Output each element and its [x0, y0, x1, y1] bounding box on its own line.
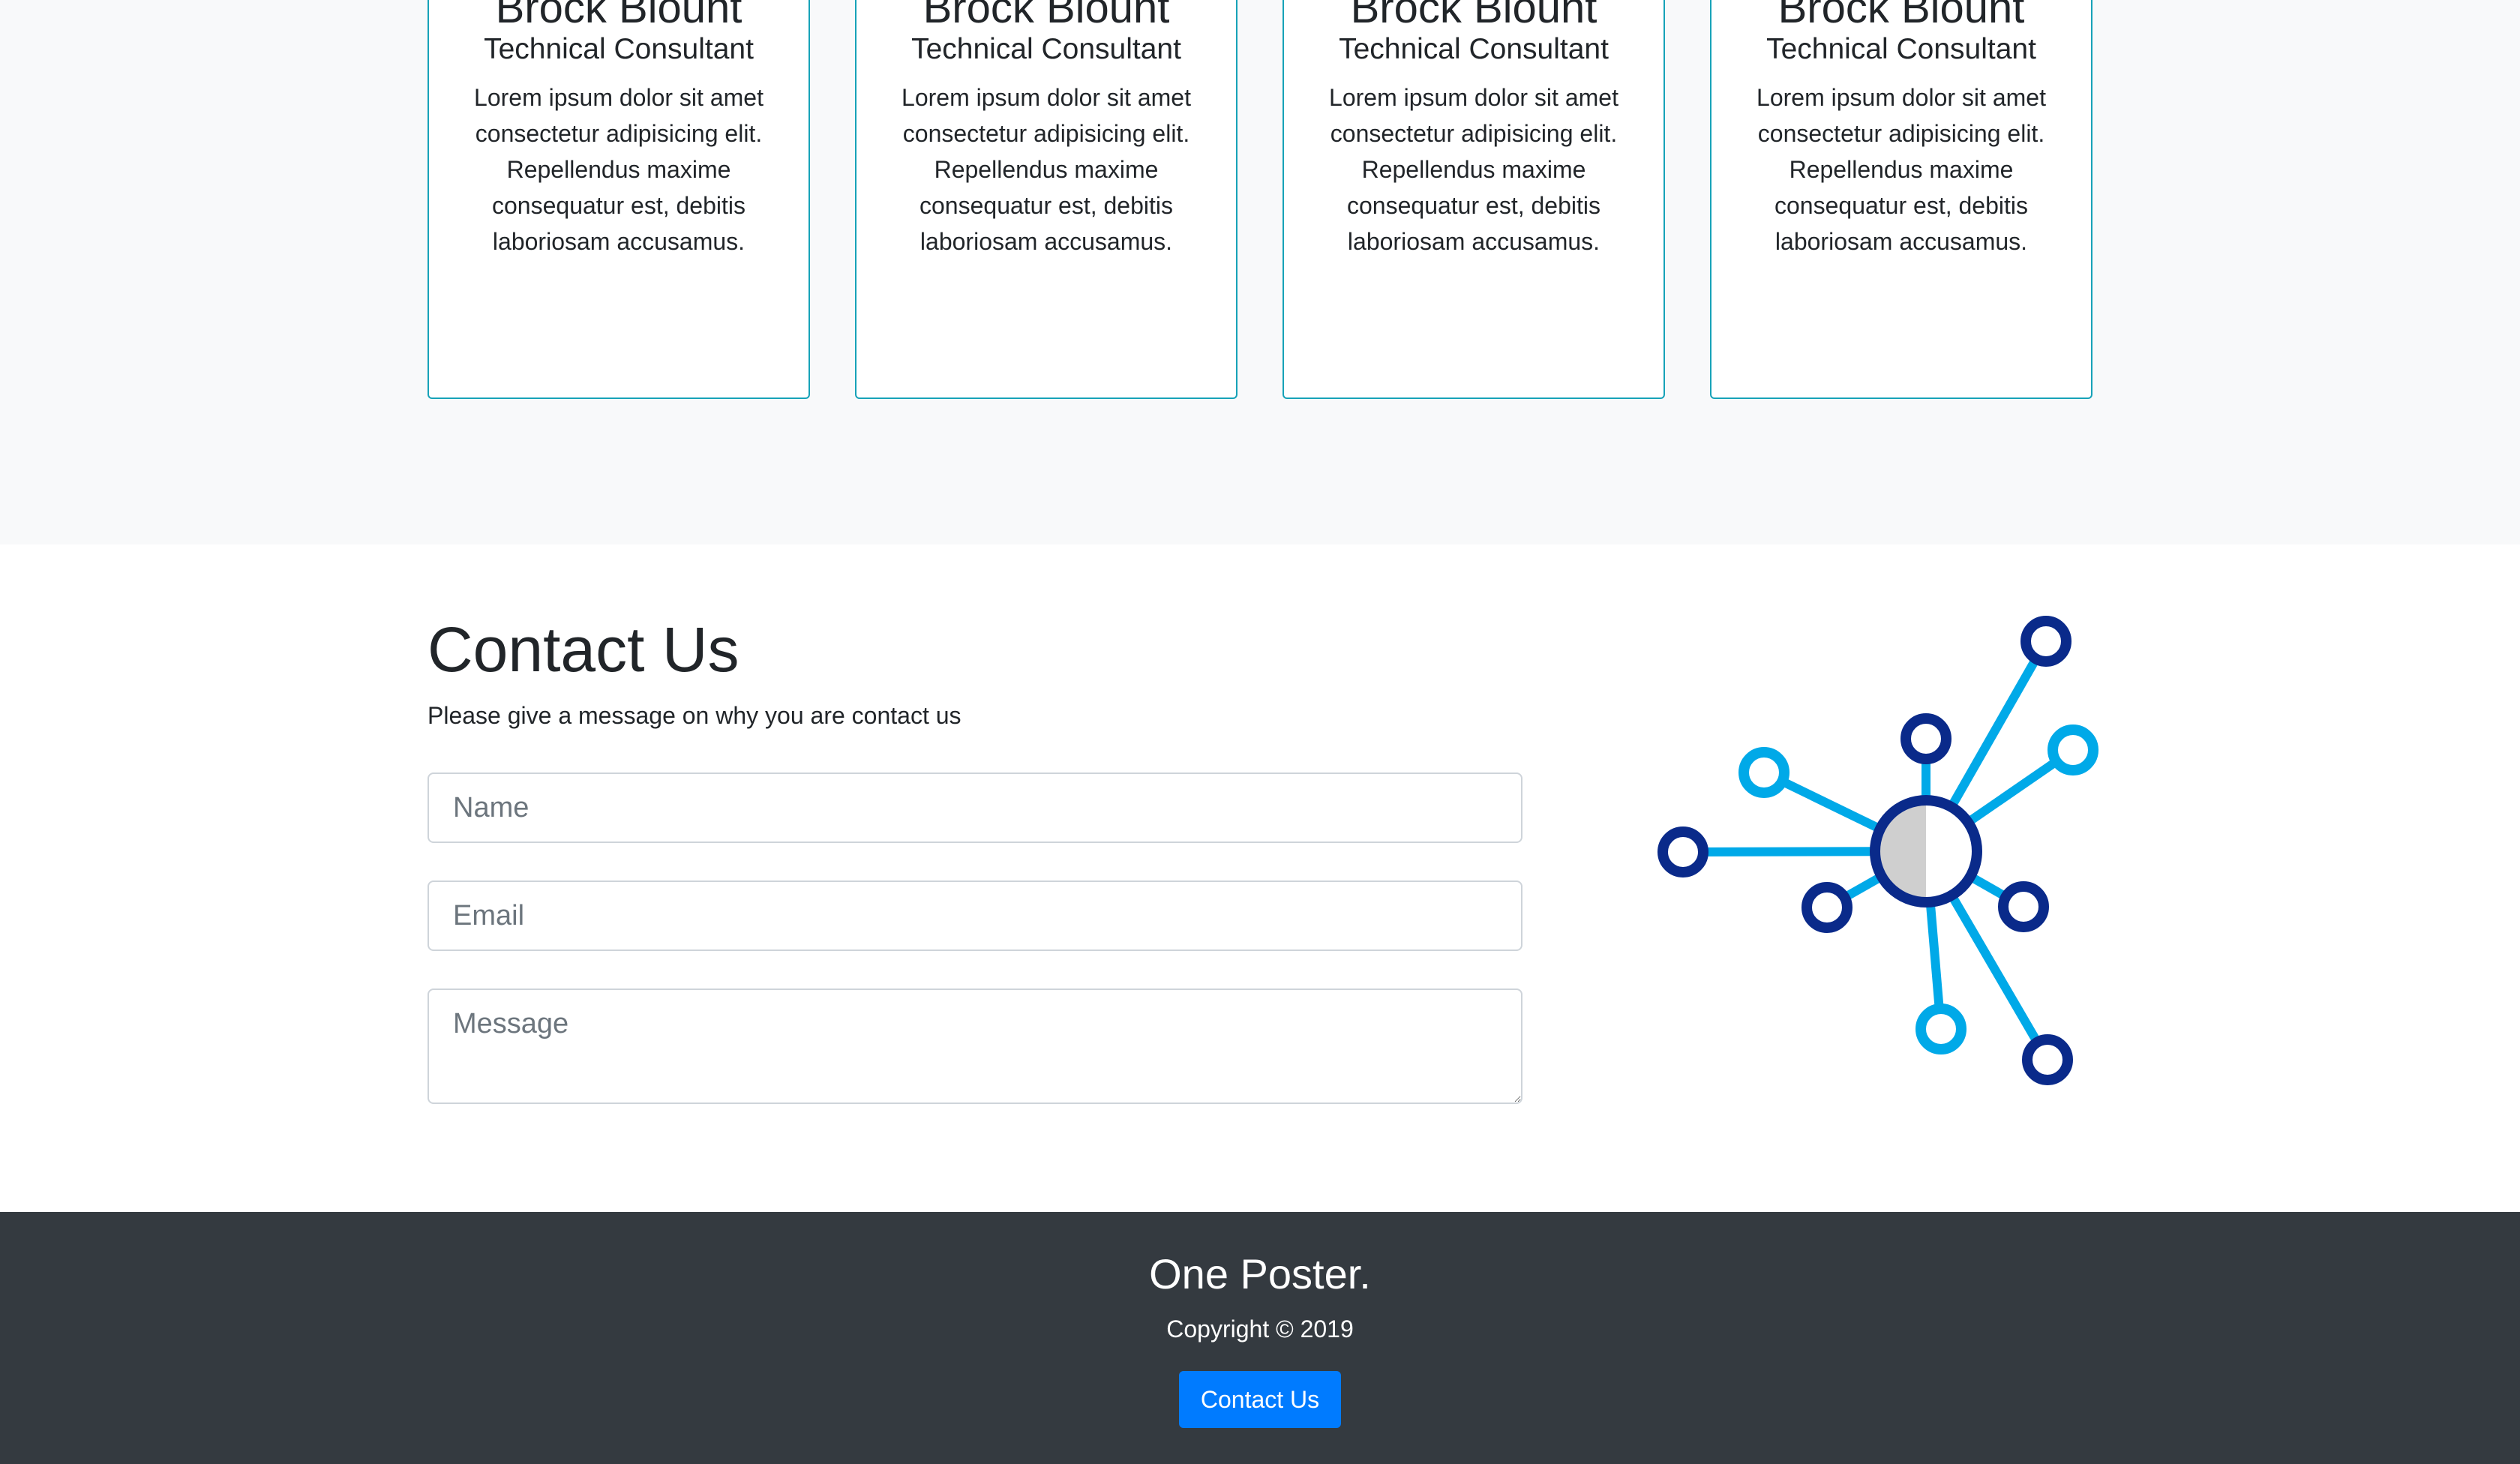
team-member-bio: Lorem ipsum dolor sit amet consectetur a…	[474, 84, 764, 255]
team-member-name: Brock Blount	[922, 0, 1170, 32]
contact-us-button[interactable]: Contact Us	[1179, 1371, 1341, 1428]
team-member-role: Technical Consultant	[484, 33, 754, 65]
message-textarea[interactable]	[428, 988, 1522, 1104]
name-input[interactable]	[428, 772, 1522, 843]
team-member-bio: Lorem ipsum dolor sit amet consectetur a…	[1329, 84, 1618, 255]
team-member-name: Brock Blount	[1350, 0, 1598, 32]
team-card: Brock Blount Technical Consultant Lorem …	[428, 0, 810, 399]
team-member-bio: Lorem ipsum dolor sit amet consectetur a…	[902, 84, 1191, 255]
footer-brand: One Poster.	[1149, 1250, 1371, 1298]
team-card: Brock Blount Technical Consultant Lorem …	[855, 0, 1238, 399]
contact-subtitle: Please give a message on why you are con…	[428, 702, 962, 729]
email-input[interactable]	[428, 880, 1522, 951]
team-member-name: Brock Blount	[1778, 0, 2025, 32]
contact-title: Contact Us	[428, 614, 740, 685]
team-card: Brock Blount Technical Consultant Lorem …	[1710, 0, 2092, 399]
team-member-bio: Lorem ipsum dolor sit amet consectetur a…	[1756, 84, 2046, 255]
network-hub-icon	[1658, 616, 2098, 1085]
team-card: Brock Blount Technical Consultant Lorem …	[1282, 0, 1665, 399]
team-section: Brock Blount Technical Consultant Lorem …	[0, 0, 2520, 544]
footer: One Poster. Copyright © 2019 Contact Us	[0, 1212, 2520, 1464]
team-member-role: Technical Consultant	[1766, 33, 2036, 65]
team-member-role: Technical Consultant	[1339, 33, 1609, 65]
team-member-role: Technical Consultant	[911, 33, 1181, 65]
team-member-name: Brock Blount	[495, 0, 742, 32]
footer-copyright: Copyright © 2019	[1166, 1316, 1354, 1342]
